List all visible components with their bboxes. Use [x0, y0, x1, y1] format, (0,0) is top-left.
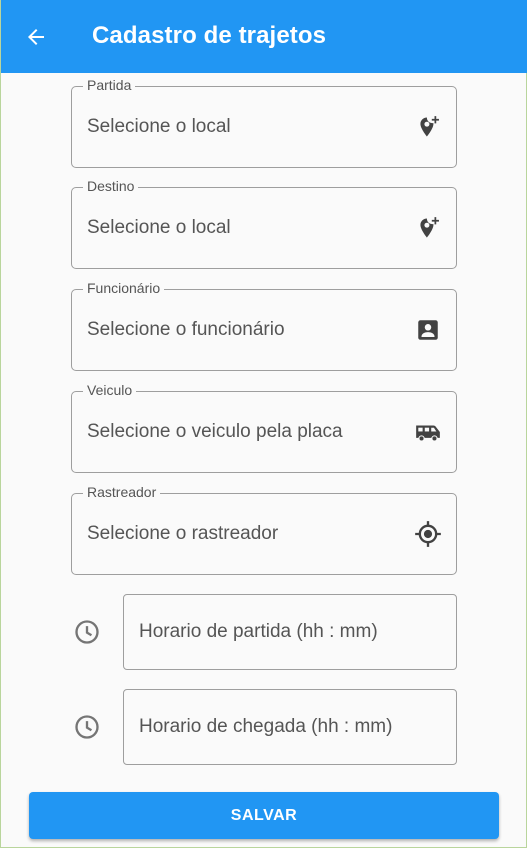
- veiculo-hint: Selecione o veiculo pela placa: [87, 421, 343, 442]
- gps-fixed-icon[interactable]: [414, 520, 442, 548]
- funcionario-label: Funcionário: [83, 280, 165, 296]
- add-location-icon[interactable]: [414, 214, 442, 242]
- add-location-icon[interactable]: [414, 113, 442, 141]
- screen: Cadastro de trajetos Partida Selecione o…: [0, 0, 527, 848]
- clock-icon: [73, 618, 101, 646]
- partida-label: Partida: [83, 77, 136, 93]
- contact-card-icon[interactable]: [414, 316, 442, 344]
- departure-time-row: Horario de partida (hh : mm): [1, 594, 527, 670]
- arrival-time-row: Horario de chegada (hh : mm): [1, 689, 527, 765]
- funcionario-field[interactable]: Funcionário Selecione o funcionário: [71, 280, 457, 371]
- veiculo-label: Veiculo: [83, 382, 137, 398]
- rastreador-label: Rastreador: [83, 484, 161, 500]
- departure-time-placeholder: Horario de partida (hh : mm): [139, 621, 378, 642]
- arrival-time-input[interactable]: Horario de chegada (hh : mm): [123, 689, 457, 765]
- back-button[interactable]: [21, 22, 51, 52]
- veiculo-field[interactable]: Veiculo Selecione o veiculo pela placa: [71, 382, 457, 473]
- arrow-back-icon: [28, 29, 44, 45]
- destino-hint: Selecione o local: [87, 217, 231, 238]
- rastreador-hint: Selecione o rastreador: [87, 523, 279, 544]
- funcionario-hint: Selecione o funcionário: [87, 319, 285, 340]
- rastreador-field[interactable]: Rastreador Selecione o rastreador: [71, 484, 457, 575]
- save-button[interactable]: SALVAR: [29, 792, 499, 839]
- page-title: Cadastro de trajetos: [92, 22, 327, 49]
- departure-time-input[interactable]: Horario de partida (hh : mm): [123, 594, 457, 670]
- app-bar: Cadastro de trajetos: [1, 0, 527, 73]
- destino-field[interactable]: Destino Selecione o local: [71, 178, 457, 269]
- partida-hint: Selecione o local: [87, 116, 231, 137]
- partida-field[interactable]: Partida Selecione o local: [71, 77, 457, 168]
- clock-icon: [73, 713, 101, 741]
- destino-label: Destino: [83, 178, 139, 194]
- van-icon[interactable]: [414, 418, 442, 446]
- arrival-time-placeholder: Horario de chegada (hh : mm): [139, 716, 393, 737]
